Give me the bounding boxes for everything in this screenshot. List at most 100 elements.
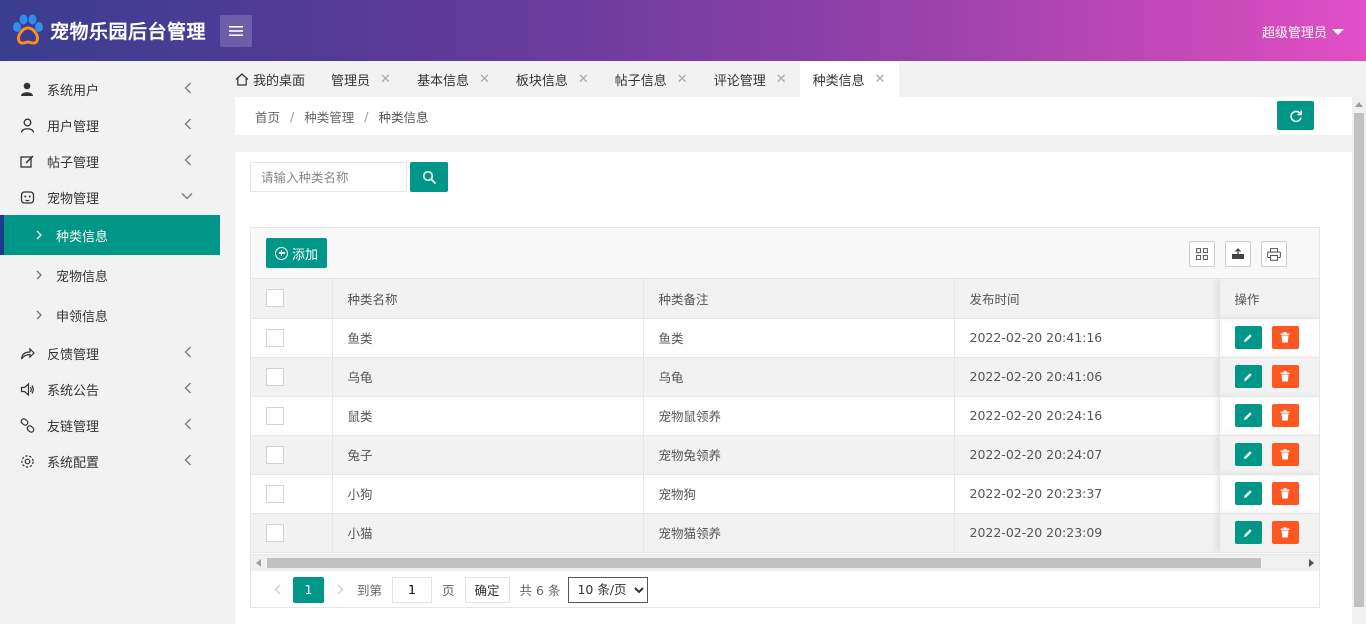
columns-filter-button[interactable]	[1189, 241, 1215, 267]
sidebar-item-friend-links[interactable]: 友链管理	[0, 407, 220, 443]
goto-page-input[interactable]	[392, 576, 433, 603]
sidebar-subitem-pet-info[interactable]: 宠物信息	[0, 255, 220, 295]
horizontal-scrollbar[interactable]	[251, 554, 1319, 571]
chevron-left-icon	[184, 82, 191, 94]
edit-button[interactable]	[1234, 521, 1262, 544]
add-button-label: 添加	[292, 247, 319, 263]
user-name: 超级管理员	[1261, 26, 1327, 41]
chevron-left-icon	[184, 382, 191, 394]
user-menu[interactable]: 超级管理员	[1262, 22, 1344, 41]
sidebar-item-pet-management[interactable]: 宠物管理	[0, 179, 220, 215]
tab-comment-management[interactable]: 评论管理 ✕	[701, 61, 800, 97]
close-icon[interactable]: ✕	[578, 72, 589, 87]
sidebar-item-announcements[interactable]: 系统公告	[0, 371, 220, 407]
row-select-cell	[251, 318, 333, 358]
edit-button[interactable]	[1234, 443, 1262, 466]
breadcrumb-section[interactable]: 种类管理	[304, 107, 354, 126]
export-button[interactable]	[1225, 241, 1251, 267]
search-input[interactable]	[250, 162, 407, 192]
species-name: 鱼类	[332, 318, 644, 358]
scroll-left-icon[interactable]	[256, 559, 261, 567]
delete-button[interactable]	[1271, 404, 1299, 427]
paw-logo-icon	[13, 14, 43, 45]
pet-face-icon	[18, 188, 36, 206]
edit-button[interactable]	[1234, 482, 1262, 505]
scrollbar-thumb[interactable]	[1354, 113, 1364, 607]
tab-board-info[interactable]: 板块信息 ✕	[503, 61, 602, 97]
print-button[interactable]	[1261, 241, 1287, 267]
row-checkbox[interactable]	[266, 484, 284, 503]
tab-species-info[interactable]: 种类信息 ✕	[799, 61, 899, 97]
row-checkbox[interactable]	[266, 328, 284, 347]
page-size-select[interactable]: 10 条/页	[568, 576, 649, 603]
trash-icon	[1280, 410, 1290, 421]
column-header-name[interactable]: 种类名称	[332, 279, 644, 319]
page-suffix: 页	[442, 583, 455, 598]
delete-button[interactable]	[1271, 443, 1299, 466]
tab-post-info[interactable]: 帖子信息 ✕	[602, 61, 701, 97]
row-actions	[1219, 435, 1319, 475]
sidebar-item-label: 用户管理	[47, 119, 100, 135]
sidebar-item-system-users[interactable]: 系统用户	[0, 71, 220, 107]
tab-label: 管理员	[331, 73, 371, 89]
sidebar-subitem-adoption-info[interactable]: 申领信息	[0, 295, 220, 335]
publish-time: 2022-02-20 20:41:06	[954, 357, 1220, 397]
sidebar-item-system-config[interactable]: 系统配置	[0, 443, 220, 479]
close-icon[interactable]: ✕	[776, 72, 787, 87]
chevron-left-icon	[184, 418, 191, 430]
tab-desktop[interactable]: 我的桌面	[220, 61, 318, 97]
delete-button[interactable]	[1271, 482, 1299, 505]
pagination: 1 到第 页 确定 共 6 条 10 条/页	[251, 571, 1319, 608]
vertical-scrollbar[interactable]	[1352, 97, 1366, 624]
table-row: 小猫 宠物猫领养 2022-02-20 20:23:09	[251, 513, 1319, 553]
row-checkbox[interactable]	[266, 367, 284, 386]
close-icon[interactable]: ✕	[479, 72, 490, 87]
close-icon[interactable]: ✕	[380, 72, 391, 87]
sidebar-item-feedback[interactable]: 反馈管理	[0, 335, 220, 371]
main-content: 首页 / 种类管理 / 种类信息 添加	[220, 97, 1352, 624]
edit-button[interactable]	[1234, 404, 1262, 427]
home-icon	[235, 72, 249, 86]
tab-basic-info[interactable]: 基本信息 ✕	[404, 61, 503, 97]
tab-admin[interactable]: 管理员 ✕	[318, 61, 404, 97]
column-header-note[interactable]: 种类备注	[643, 279, 955, 319]
confirm-button[interactable]: 确定	[464, 576, 510, 603]
close-icon[interactable]: ✕	[875, 72, 886, 87]
search-button[interactable]	[410, 162, 448, 192]
speaker-icon	[18, 380, 36, 398]
current-page-button[interactable]: 1	[293, 576, 324, 603]
sidebar-item-post-management[interactable]: 帖子管理	[0, 143, 220, 179]
sidebar-item-label: 友链管理	[47, 419, 100, 435]
publish-time: 2022-02-20 20:41:16	[954, 318, 1220, 358]
refresh-button[interactable]	[1277, 101, 1314, 130]
table-row: 鼠类 宠物鼠领养 2022-02-20 20:24:16	[251, 396, 1319, 436]
scroll-right-icon[interactable]	[1309, 559, 1314, 567]
breadcrumb-home[interactable]: 首页	[255, 107, 280, 126]
breadcrumb: 首页 / 种类管理 / 种类信息	[235, 97, 1352, 135]
delete-button[interactable]	[1271, 521, 1299, 544]
delete-button[interactable]	[1271, 326, 1299, 349]
trash-icon	[1280, 371, 1290, 382]
row-checkbox[interactable]	[266, 523, 284, 542]
sidebar-item-user-management[interactable]: 用户管理	[0, 107, 220, 143]
next-page-icon[interactable]	[329, 584, 351, 595]
edit-button[interactable]	[1234, 326, 1262, 349]
column-header-time[interactable]: 发布时间	[954, 279, 1220, 319]
edit-button[interactable]	[1234, 365, 1262, 388]
prev-page-icon[interactable]	[266, 584, 288, 595]
row-checkbox[interactable]	[266, 406, 284, 425]
sidebar-item-label: 宠物管理	[47, 191, 100, 207]
scroll-up-icon[interactable]	[1355, 102, 1363, 107]
sidebar-subitem-species-info[interactable]: 种类信息	[0, 215, 220, 255]
scrollbar-thumb[interactable]	[267, 558, 1261, 568]
row-actions	[1219, 474, 1319, 514]
close-icon[interactable]: ✕	[677, 72, 688, 87]
menu-toggle-button[interactable]	[220, 15, 252, 47]
add-button[interactable]: 添加	[266, 238, 328, 268]
share-icon	[18, 344, 36, 362]
row-checkbox[interactable]	[266, 445, 284, 464]
species-note: 乌龟	[643, 357, 955, 397]
chevron-left-icon	[184, 346, 191, 358]
delete-button[interactable]	[1271, 365, 1299, 388]
select-all-checkbox[interactable]	[266, 289, 284, 308]
